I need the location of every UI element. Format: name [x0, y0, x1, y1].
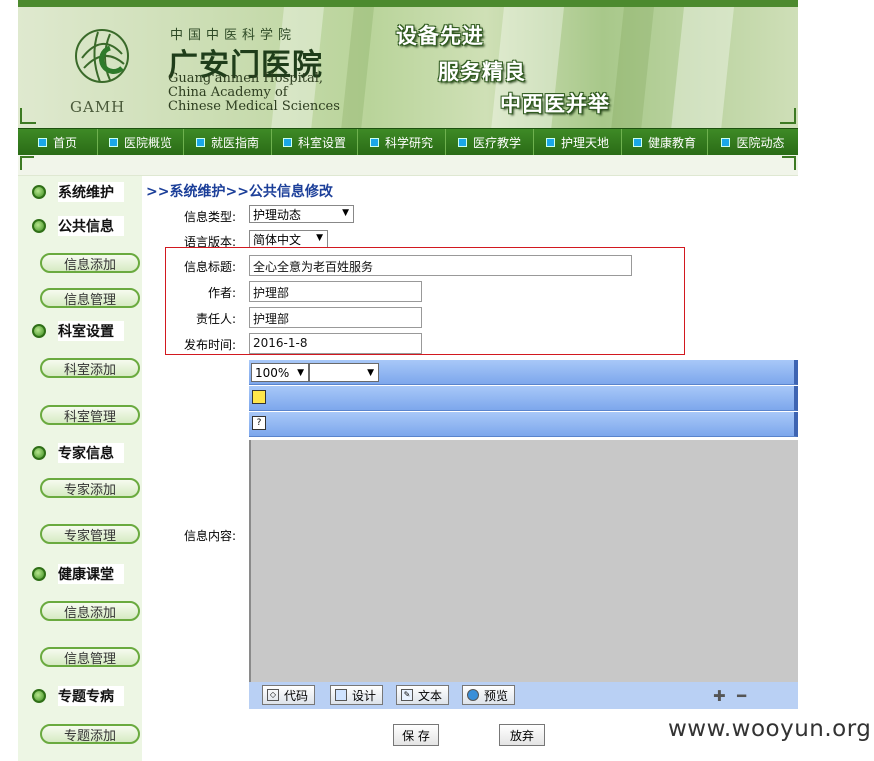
content-label: 信息内容:: [183, 529, 236, 543]
corner-ornament: [20, 156, 34, 170]
bullet-icon: [369, 137, 379, 147]
corner-ornament: [20, 108, 36, 124]
editor-content-area[interactable]: [249, 440, 798, 682]
sidebar-section-experts[interactable]: 专家信息: [32, 443, 124, 463]
header-banner: GAMH 中国中医科学院 广安门医院 Guang'anmen Hospital,…: [18, 0, 798, 128]
owner-label: 责任人:: [195, 312, 236, 326]
sidebar-item-department-add[interactable]: 科室添加: [40, 358, 140, 378]
circle-bullet-icon: [32, 567, 46, 581]
nav-item-overview[interactable]: 医院概览: [98, 129, 184, 155]
editor-toolbar-3: ?: [249, 412, 798, 437]
author-label: 作者:: [207, 286, 236, 300]
font-select[interactable]: ▼: [309, 363, 379, 382]
bullet-icon: [108, 137, 118, 147]
type-label: 信息类型:: [183, 210, 236, 224]
slogan-3: 中西医并举: [500, 92, 610, 116]
watermark-text: www.wooyun.org: [668, 716, 872, 742]
editor-toolbar-2: [249, 386, 798, 411]
date-label: 发布时间:: [183, 338, 236, 352]
sidebar-section-topics[interactable]: 专题专病: [32, 686, 124, 706]
nav-item-news[interactable]: 医院动态: [708, 129, 798, 155]
mode-code-button[interactable]: ◇ 代码: [262, 685, 316, 705]
sidebar-item-info-add[interactable]: 信息添加: [40, 253, 140, 273]
editor-mode-bar: ◇ 代码 设计 ✎ 文本 预览 ✚ ━: [249, 682, 798, 709]
sidebar-item-info-manage[interactable]: 信息管理: [40, 288, 140, 308]
dropdown-arrow-icon: ▼: [316, 233, 323, 243]
editor-toolbar-1: 100% ▼ ▼: [249, 360, 798, 385]
nav-item-nursing[interactable]: 护理天地: [534, 129, 622, 155]
circle-bullet-icon: [32, 219, 46, 233]
page-frame: GAMH 中国中医科学院 广安门医院 Guang'anmen Hospital,…: [18, 0, 798, 761]
help-icon[interactable]: ?: [252, 416, 266, 430]
nav-item-guide[interactable]: 就医指南: [184, 129, 272, 155]
english-name-line1: Guang'anmen Hospital,: [168, 71, 324, 86]
image-insert-icon[interactable]: [252, 390, 266, 404]
bullet-icon: [545, 137, 555, 147]
circle-bullet-icon: [32, 185, 46, 199]
sidebar-item-health-info-manage[interactable]: 信息管理: [40, 647, 140, 667]
sidebar-section-system[interactable]: 系统维护: [32, 182, 124, 202]
nav-item-departments[interactable]: 科室设置: [272, 129, 358, 155]
type-select[interactable]: 护理动态 ▼: [249, 205, 354, 223]
owner-input[interactable]: 护理部: [249, 307, 422, 328]
nav-item-teaching[interactable]: 医疗教学: [446, 129, 534, 155]
author-input[interactable]: 护理部: [249, 281, 422, 302]
sidebar-item-expert-manage[interactable]: 专家管理: [40, 524, 140, 544]
main-nav: 首页 医院概览 就医指南 科室设置 科学研究 医疗教学 护理天地 健康教育 医院…: [18, 128, 798, 156]
nav-item-health-education[interactable]: 健康教育: [622, 129, 708, 155]
mode-text-button[interactable]: ✎ 文本: [396, 685, 450, 705]
sidebar-item-department-manage[interactable]: 科室管理: [40, 405, 140, 425]
sub-bar: [18, 155, 798, 176]
slogan-2: 服务精良: [438, 60, 526, 84]
globe-icon: [467, 689, 479, 701]
sidebar-item-expert-add[interactable]: 专家添加: [40, 478, 140, 498]
sidebar-item-topic-add[interactable]: 专题添加: [40, 724, 140, 744]
text-icon: ✎: [401, 689, 413, 701]
rich-text-editor: 100% ▼ ▼ ? ◇ 代码 设计 ✎ 文本 预览 ✚ ━: [249, 360, 798, 709]
dropdown-arrow-icon: ▼: [367, 367, 374, 378]
zoom-select[interactable]: 100% ▼: [251, 363, 309, 382]
bullet-icon: [632, 137, 642, 147]
nav-item-research[interactable]: 科学研究: [358, 129, 446, 155]
banner-top-border: [18, 0, 798, 7]
sidebar: 系统维护 公共信息 信息添加 信息管理 科室设置 科室添加 科室管理 专家信息 …: [18, 176, 142, 761]
language-select[interactable]: 简体中文 ▼: [249, 230, 328, 248]
circle-bullet-icon: [32, 446, 46, 460]
hospital-logo-icon: [75, 29, 129, 83]
english-name-line3: Chinese Medical Sciences: [168, 99, 340, 114]
bullet-icon: [721, 137, 731, 147]
mode-design-button[interactable]: 设计: [330, 685, 384, 705]
code-icon: ◇: [267, 689, 279, 701]
sidebar-section-public-info[interactable]: 公共信息: [32, 216, 124, 236]
design-icon: [335, 689, 347, 701]
dropdown-arrow-icon: ▼: [297, 367, 304, 378]
circle-bullet-icon: [32, 689, 46, 703]
logo-text: GAMH: [70, 98, 126, 116]
save-button[interactable]: 保 存: [393, 724, 439, 746]
nav-item-home[interactable]: 首页: [18, 129, 98, 155]
dropdown-arrow-icon: ▼: [342, 208, 349, 218]
corner-ornament: [780, 108, 796, 124]
title-input[interactable]: 全心全意为老百姓服务: [249, 255, 632, 276]
zoom-out-icon[interactable]: ━: [737, 687, 746, 705]
bullet-icon: [282, 137, 292, 147]
title-label: 信息标题:: [183, 260, 236, 274]
corner-ornament: [782, 156, 796, 170]
sidebar-section-departments[interactable]: 科室设置: [32, 321, 124, 341]
slogan-1: 设备先进: [396, 24, 484, 48]
cancel-button[interactable]: 放弃: [499, 724, 545, 746]
english-name-line2: China Academy of: [168, 85, 288, 100]
breadcrumb: >>系统维护>>公共信息修改: [146, 184, 333, 200]
zoom-in-icon[interactable]: ✚: [713, 687, 726, 705]
mode-preview-button[interactable]: 预览: [462, 685, 516, 705]
bullet-icon: [37, 137, 47, 147]
sidebar-item-health-info-add[interactable]: 信息添加: [40, 601, 140, 621]
date-input[interactable]: 2016-1-8: [249, 333, 422, 354]
circle-bullet-icon: [32, 324, 46, 338]
bullet-icon: [457, 137, 467, 147]
sidebar-section-health-class[interactable]: 健康课堂: [32, 564, 124, 584]
bullet-icon: [195, 137, 205, 147]
